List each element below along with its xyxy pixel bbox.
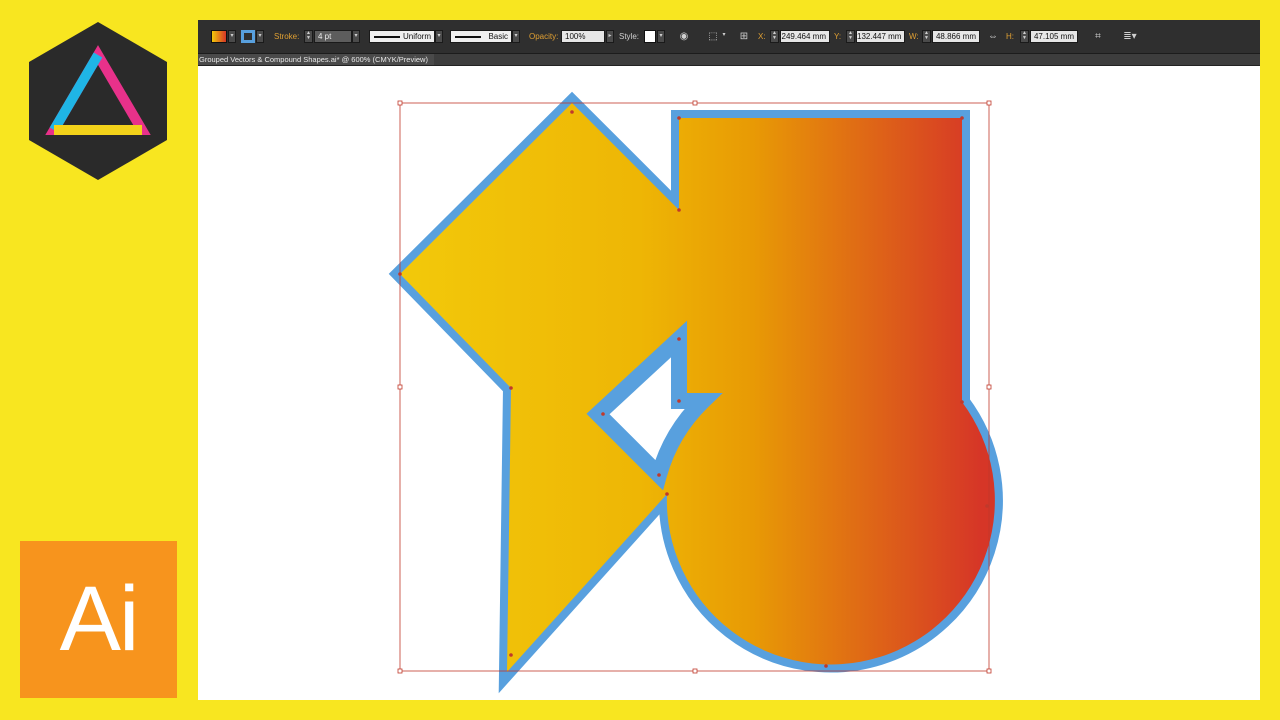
artboard-canvas[interactable] <box>198 20 1260 700</box>
handle[interactable] <box>397 668 403 674</box>
illustrator-app-logo: Ai <box>20 541 177 698</box>
handle[interactable] <box>397 384 403 390</box>
illustrator-window: ▾ ▾ Stroke: ▲ ▼ 4 pt ▾ Uniform ▾ Basic ▾ … <box>198 20 1260 700</box>
handle[interactable] <box>986 668 992 674</box>
handle[interactable] <box>397 100 403 106</box>
compound-shape[interactable] <box>388 91 1003 694</box>
handle[interactable] <box>692 668 698 674</box>
brand-badge <box>29 22 167 180</box>
handle[interactable] <box>986 100 992 106</box>
shape-fill[interactable] <box>400 103 995 672</box>
handle[interactable] <box>692 100 698 106</box>
handle[interactable] <box>986 384 992 390</box>
